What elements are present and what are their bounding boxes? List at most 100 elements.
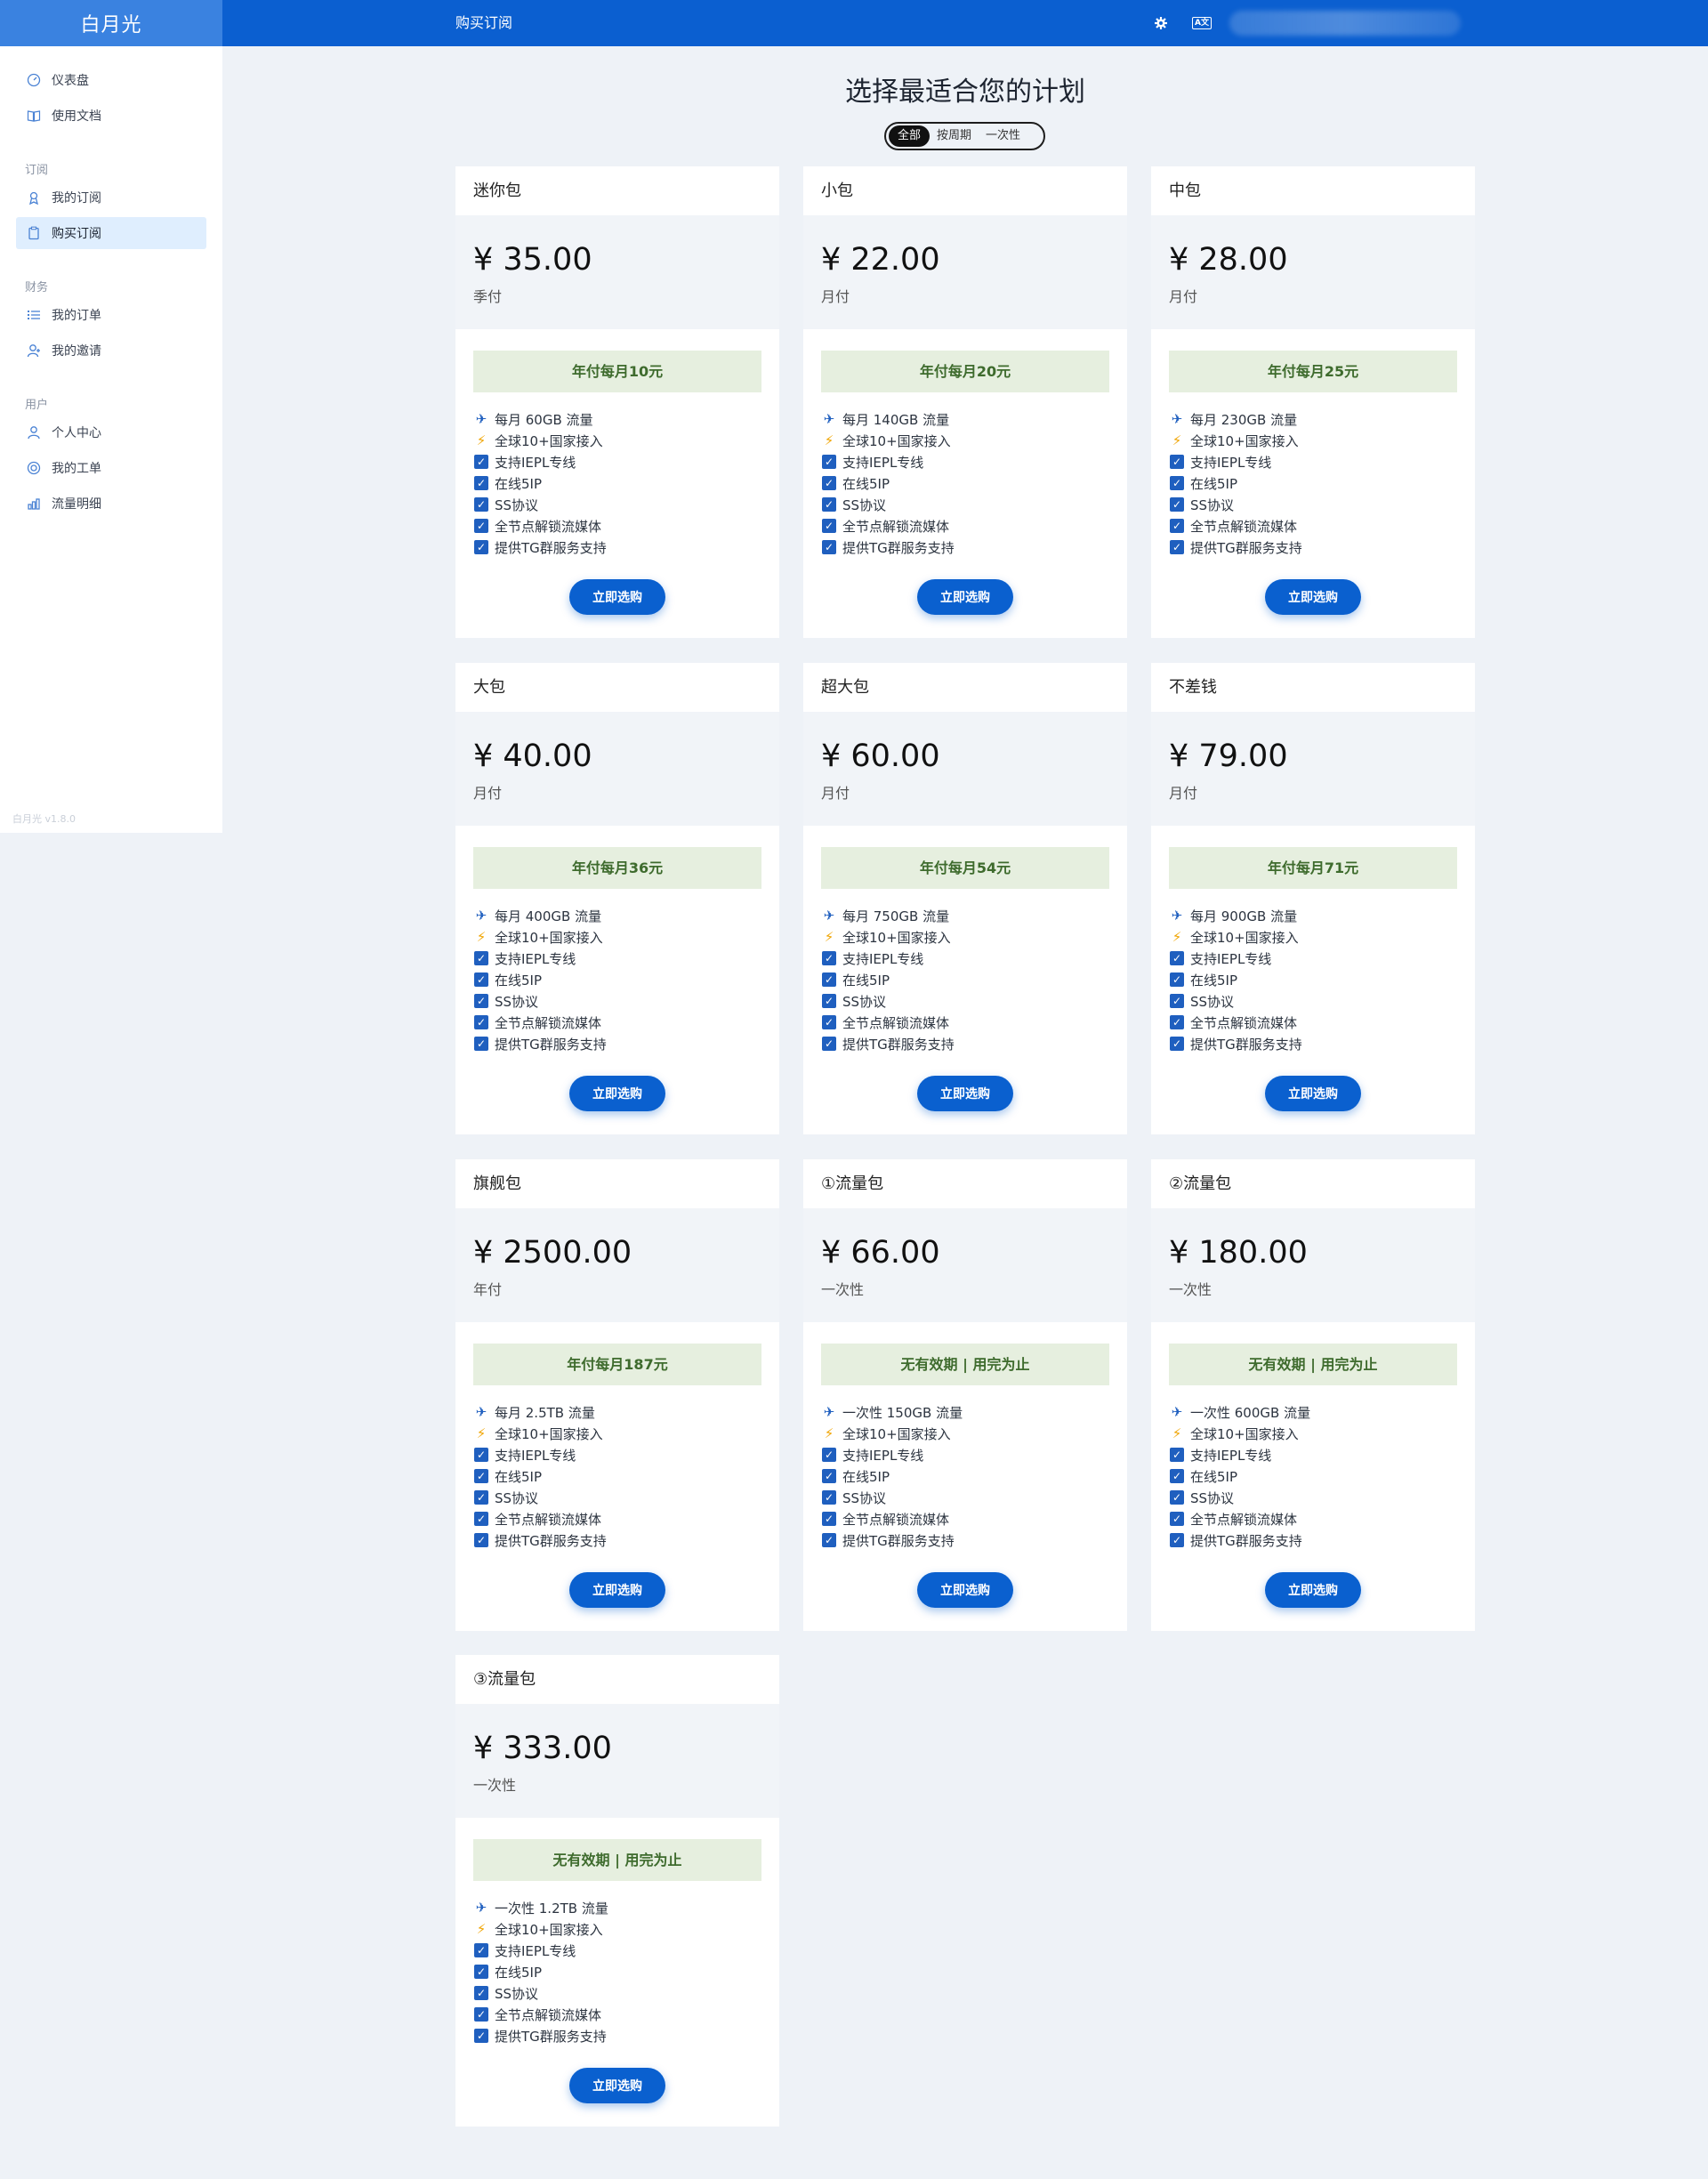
plan-banner: 年付每月36元 <box>473 847 761 889</box>
feature-item: ✓ 全节点解锁流媒体 <box>821 1012 1109 1033</box>
sidebar-item-traffic[interactable]: 流量明细 <box>16 488 206 520</box>
feature-item: ✓ SS协议 <box>821 990 1109 1012</box>
feature-list: ✈ 一次性 600GB 流量 ⚡ 全球10+国家接入 ✓ 支持IEPL专线 ✓ 在线5IP ✓ S… <box>1169 1401 1457 1551</box>
plan-price: ¥ 60.00 <box>821 738 940 774</box>
filter-all[interactable]: 全部 <box>889 125 931 147</box>
plan-body: 无有效期 | 用完为止 ✈ 一次性 1.2TB 流量 ⚡ 全球10+国家接入 ✓ 支持IE… <box>455 1818 779 2103</box>
sidebar-item-my-subscription[interactable]: 我的订阅 <box>16 182 206 214</box>
buy-now-button[interactable]: 立即选购 <box>917 579 1013 615</box>
feature-text: SS协议 <box>842 993 887 1010</box>
chart-icon <box>27 496 41 511</box>
gear-icon[interactable] <box>1150 12 1172 34</box>
feature-text: 在线5IP <box>1190 475 1238 492</box>
feature-item: ✓ SS协议 <box>821 1487 1109 1508</box>
feature-text: 全节点解锁流媒体 <box>1190 1014 1298 1031</box>
feature-text: SS协议 <box>495 993 539 1010</box>
feature-item: ✓ 全节点解锁流媒体 <box>473 1012 761 1033</box>
checkbox-icon: ✓ <box>473 1014 489 1030</box>
bolt-icon: ⚡ <box>476 1921 487 1937</box>
feature-text: 提供TG群服务支持 <box>842 1036 955 1053</box>
sidebar-item-buy-subscription[interactable]: 购买订阅 <box>16 217 206 249</box>
feature-item: ✓ 全节点解锁流媒体 <box>473 2004 761 2025</box>
buy-now-button[interactable]: 立即选购 <box>1265 1076 1361 1111</box>
feature-text: 全球10+国家接入 <box>1190 929 1299 946</box>
checkbox-icon: ✓ <box>1169 539 1185 555</box>
plan-card: ③流量包 ¥ 333.00 一次性 无有效期 | 用完为止 ✈ 一次性 1.2TB… <box>455 1655 779 2127</box>
buy-now-button[interactable]: 立即选购 <box>917 1572 1013 1608</box>
plan-period: 月付 <box>1169 785 1198 802</box>
brand-logo[interactable]: 白月光 <box>0 0 222 46</box>
feature-text: 在线5IP <box>842 1468 890 1485</box>
sidebar-item-profile[interactable]: 个人中心 <box>16 416 206 448</box>
buy-now-button[interactable]: 立即选购 <box>569 579 665 615</box>
filter-by-period[interactable]: 按周期 <box>930 125 979 147</box>
feature-item: ✓ 全节点解锁流媒体 <box>1169 515 1457 537</box>
feature-item: ⚡ 全球10+国家接入 <box>821 1423 1109 1444</box>
plan-price-area: ¥ 22.00 月付 <box>803 215 1127 329</box>
feature-text: 全节点解锁流媒体 <box>1190 518 1298 535</box>
checkbox-icon: ✓ <box>1169 1014 1185 1030</box>
plan-period: 月付 <box>821 288 850 305</box>
bolt-icon: ⚡ <box>476 1425 487 1441</box>
feature-item: ✓ 在线5IP <box>821 969 1109 990</box>
sidebar-item-label: 我的邀请 <box>52 344 101 359</box>
feature-item: ✓ 全节点解锁流媒体 <box>821 515 1109 537</box>
feature-text: 支持IEPL专线 <box>495 1447 576 1464</box>
buy-now-button[interactable]: 立即选购 <box>1265 579 1361 615</box>
checkbox-icon: ✓ <box>473 2028 489 2044</box>
feature-text: 一次性 1.2TB 流量 <box>495 1900 608 1917</box>
plan-period: 一次性 <box>473 1777 517 1794</box>
feature-text: 在线5IP <box>495 1468 543 1485</box>
plan-body: 年付每月187元 ✈ 每月 2.5TB 流量 ⚡ 全球10+国家接入 ✓ 支持IEPL专线… <box>455 1322 779 1608</box>
feature-text: 提供TG群服务支持 <box>495 2028 607 2045</box>
feature-item: ✓ 在线5IP <box>473 1465 761 1487</box>
buy-now-button[interactable]: 立即选购 <box>569 1572 665 1608</box>
feature-text: SS协议 <box>842 496 887 513</box>
checkbox-icon: ✓ <box>1169 1468 1185 1484</box>
feature-item: ✓ 全节点解锁流媒体 <box>1169 1012 1457 1033</box>
buy-now-button[interactable]: 立即选购 <box>569 2068 665 2103</box>
feature-list: ✈ 每月 900GB 流量 ⚡ 全球10+国家接入 ✓ 支持IEPL专线 ✓ 在线5IP ✓ SS… <box>1169 905 1457 1054</box>
sidebar: 仪表盘 使用文档 订阅 我的订阅 购买订阅 财务 我的订单 我的邀请 用户 个人… <box>0 46 222 833</box>
checkbox-icon: ✓ <box>821 972 837 988</box>
clipboard-icon <box>27 226 41 240</box>
plan-body: 无有效期 | 用完为止 ✈ 一次性 150GB 流量 ⚡ 全球10+国家接入 ✓ 支持IE… <box>803 1322 1127 1608</box>
bolt-icon: ⚡ <box>1172 1425 1182 1441</box>
plan-card: 迷你包 ¥ 35.00 季付 年付每月10元 ✈ 每月 60GB 流量 ⚡ 全球10+… <box>455 166 779 638</box>
feature-item: ✓ 支持IEPL专线 <box>1169 948 1457 969</box>
plan-price-area: ¥ 333.00 一次性 <box>455 1704 779 1818</box>
feature-item: ✓ 提供TG群服务支持 <box>821 1033 1109 1054</box>
feature-item: ✓ SS协议 <box>821 494 1109 515</box>
bolt-icon: ⚡ <box>476 432 487 448</box>
feature-item: ✈ 一次性 1.2TB 流量 <box>473 1897 761 1918</box>
page-title: 购买订阅 <box>455 14 513 31</box>
plan-name: 旗舰包 <box>473 1174 521 1193</box>
feature-text: 全节点解锁流媒体 <box>495 1511 602 1528</box>
buy-now-button[interactable]: 立即选购 <box>1265 1572 1361 1608</box>
checkbox-icon: ✓ <box>473 496 489 512</box>
checkbox-icon: ✓ <box>473 1489 489 1505</box>
feature-text: 支持IEPL专线 <box>1190 454 1272 471</box>
sidebar-item-my-invites[interactable]: 我的邀请 <box>16 335 206 367</box>
plan-name: 大包 <box>473 678 505 697</box>
filter-one-time[interactable]: 一次性 <box>979 125 1027 147</box>
feature-text: 支持IEPL专线 <box>495 1942 576 1959</box>
buy-now-button[interactable]: 立即选购 <box>569 1076 665 1111</box>
language-icon[interactable]: A文 <box>1191 12 1213 34</box>
feature-item: ✓ 提供TG群服务支持 <box>821 537 1109 558</box>
plan-card: 小包 ¥ 22.00 月付 年付每月20元 ✈ 每月 140GB 流量 ⚡ 全球10+… <box>803 166 1127 638</box>
feature-item: ✓ SS协议 <box>473 1982 761 2004</box>
feature-item: ⚡ 全球10+国家接入 <box>473 430 761 451</box>
list-icon <box>27 308 41 322</box>
plan-card: ①流量包 ¥ 66.00 一次性 无有效期 | 用完为止 ✈ 一次性 150GB … <box>803 1159 1127 1631</box>
checkbox-icon: ✓ <box>821 1489 837 1505</box>
feature-text: 全球10+国家接入 <box>495 432 603 449</box>
plan-banner: 年付每月20元 <box>821 351 1109 392</box>
feature-item: ✓ 提供TG群服务支持 <box>1169 1033 1457 1054</box>
checkbox-icon: ✓ <box>821 993 837 1009</box>
sidebar-item-tickets[interactable]: 我的工单 <box>16 452 206 484</box>
checkbox-icon: ✓ <box>1169 1447 1185 1463</box>
buy-now-button[interactable]: 立即选购 <box>917 1076 1013 1111</box>
user-account-blurred[interactable] <box>1229 11 1461 36</box>
sidebar-item-my-orders[interactable]: 我的订单 <box>16 299 206 331</box>
